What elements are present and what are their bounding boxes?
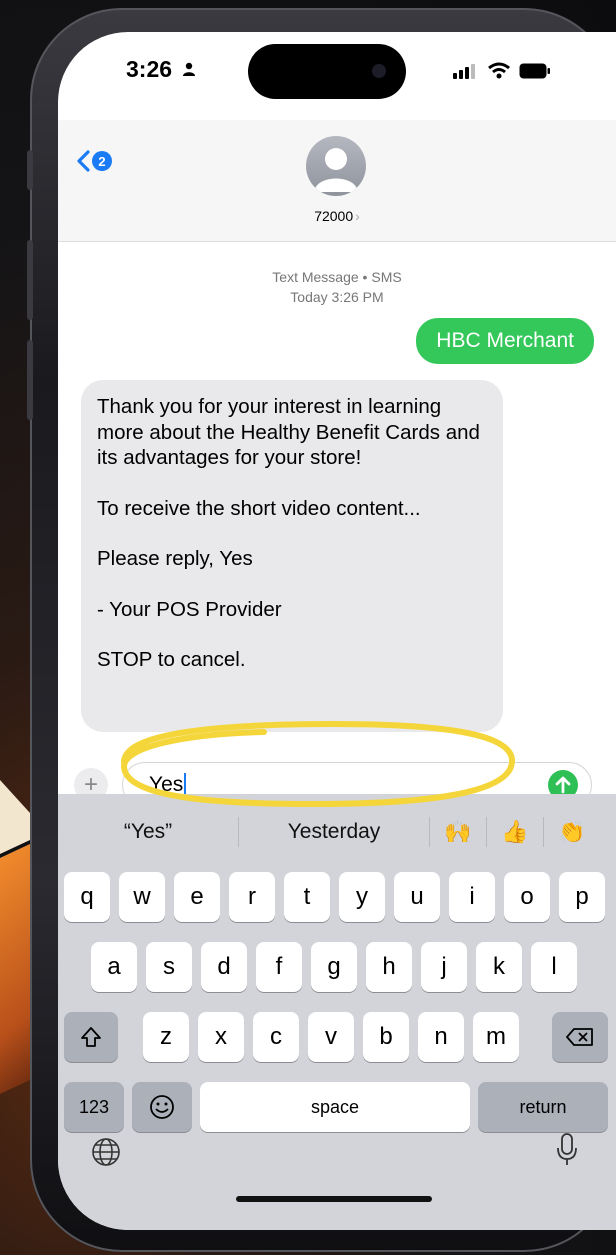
key-v[interactable]: v [308,1012,354,1062]
status-time: 3:26 [126,56,173,82]
phone-screen: 3:26 2 72000 › Text Message • SMS Today … [58,32,616,1230]
suggestion-bar: “Yes” Yesterday 🙌 👍 👏 [58,810,616,854]
key-a[interactable]: a [91,942,137,992]
incoming-message[interactable]: Thank you for your interest in learning … [81,380,503,732]
keyboard-row-1: qwertyuiop [58,872,616,922]
message-timestamp: Today 3:26 PM [290,289,384,305]
key-g[interactable]: g [311,942,357,992]
key-x[interactable]: x [198,1012,244,1062]
raised-hands-emoji[interactable]: 🙌 [440,818,476,846]
mic-icon[interactable] [555,1132,579,1168]
message-paragraph: - Your POS Provider [97,597,282,621]
dynamic-island [248,44,406,99]
keyboard-row-2: asdfghjkl [58,942,616,992]
keyboard-row-3: zxcvbnm [58,1012,616,1062]
key-e[interactable]: e [174,872,220,922]
suggestion-item[interactable]: Yesterday [239,820,429,844]
key-o[interactable]: o [504,872,550,922]
suggestion-item[interactable]: “Yes” [58,820,238,844]
key-u[interactable]: u [394,872,440,922]
emoji-key[interactable] [132,1082,192,1132]
back-chevron-icon [77,150,90,172]
key-r[interactable]: r [229,872,275,922]
key-s[interactable]: s [146,942,192,992]
key-y[interactable]: y [339,872,385,922]
key-p[interactable]: p [559,872,605,922]
home-indicator [236,1196,432,1202]
send-arrow-icon [555,776,571,794]
delete-key[interactable] [552,1012,608,1062]
battery-icon [519,63,550,79]
action-button [27,150,33,190]
wifi-icon [488,62,510,79]
space-key[interactable]: space [200,1082,470,1132]
key-f[interactable]: f [256,942,302,992]
contact-name[interactable]: 72000 › [58,208,616,224]
shift-key[interactable] [64,1012,118,1062]
return-key[interactable]: return [478,1082,608,1132]
outgoing-message[interactable]: HBC Merchant [416,318,594,364]
key-n[interactable]: n [418,1012,464,1062]
message-type: Text Message • SMS [272,269,402,285]
key-j[interactable]: j [421,942,467,992]
key-h[interactable]: h [366,942,412,992]
thumbs-up-emoji[interactable]: 👍 [497,818,533,846]
emoji-icon [150,1095,174,1119]
volume-up-button [27,240,33,320]
key-m[interactable]: m [473,1012,519,1062]
key-q[interactable]: q [64,872,110,922]
numbers-key[interactable]: 123 [64,1082,124,1132]
message-paragraph: STOP to cancel. [97,648,246,671]
globe-icon[interactable] [90,1136,122,1168]
key-c[interactable]: c [253,1012,299,1062]
message-paragraph: To receive the short video content... [97,496,421,520]
unread-badge: 2 [92,151,112,171]
message-input-text: Yes [149,773,184,796]
clapping-emoji[interactable]: 👏 [554,818,590,846]
key-b[interactable]: b [363,1012,409,1062]
key-k[interactable]: k [476,942,522,992]
signal-icon [453,64,475,79]
keyboard: “Yes” Yesterday 🙌 👍 👏 qwertyuiop asdfghj… [58,794,616,1230]
key-i[interactable]: i [449,872,495,922]
backspace-icon [566,1028,593,1046]
message-meta: Text Message • SMS Today 3:26 PM [58,267,616,307]
key-w[interactable]: w [119,872,165,922]
key-d[interactable]: d [201,942,247,992]
keyboard-row-4: 123 space return [58,1082,616,1132]
key-z[interactable]: z [143,1012,189,1062]
shift-icon [81,1027,101,1047]
person-icon [183,62,195,76]
message-paragraph: Thank you for your interest in learning … [97,395,480,469]
conversation-header: 2 72000 › [58,120,616,242]
key-l[interactable]: l [531,942,577,992]
avatar-icon[interactable] [306,136,366,196]
back-button[interactable]: 2 [76,150,112,172]
status-bar: 3:26 [58,32,616,122]
volume-down-button [27,340,33,420]
chevron-right-icon: › [355,208,360,224]
message-paragraph: Please reply, Yes [97,547,253,570]
key-t[interactable]: t [284,872,330,922]
status-icons [453,62,551,80]
